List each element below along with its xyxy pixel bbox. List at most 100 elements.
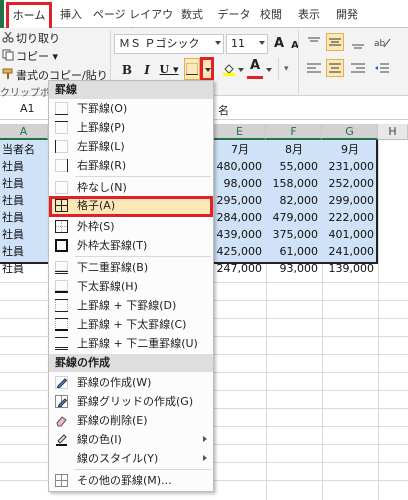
cell-e[interactable]: 425,000 (214, 243, 266, 260)
align-left-icon[interactable] (306, 62, 322, 76)
menu-item-more-borders[interactable]: その他の罫線(M)... (49, 471, 213, 490)
chevron-down-icon[interactable] (238, 68, 244, 72)
tab-insert[interactable]: 挿入 (58, 6, 84, 24)
cell-a[interactable]: 社員 (2, 192, 24, 209)
tab-data[interactable]: データ (216, 6, 252, 24)
menu-item-bottom-double-border[interactable]: 下二重罫線(B) (49, 258, 213, 277)
cell-a[interactable]: 社員 (2, 175, 24, 192)
menu-item-line-color[interactable]: 線の色(I) (49, 430, 213, 449)
align-top-icon[interactable] (306, 36, 322, 50)
cell-a[interactable]: 社員 (2, 226, 24, 243)
tab-page-layout[interactable]: ページ レイアウト (92, 6, 174, 39)
column-header-f[interactable]: F (266, 124, 322, 140)
cell-f[interactable]: 82,000 (266, 192, 322, 209)
name-box[interactable]: A1 (20, 102, 35, 115)
gridline (0, 300, 48, 301)
column-header-e[interactable]: E (214, 124, 266, 140)
tab-home[interactable]: ホーム (6, 2, 52, 28)
chevron-down-icon[interactable] (266, 68, 272, 72)
column-header-g[interactable]: G (322, 124, 378, 140)
menu-item-outside-borders[interactable]: 外枠(S) (49, 217, 213, 236)
column-header-a[interactable]: A (0, 124, 48, 140)
cell-f[interactable]: 479,000 (266, 209, 322, 226)
cell-header-e[interactable]: 7月 (214, 141, 266, 158)
cell-a[interactable]: 当者名 (2, 141, 35, 158)
menu-item-top-thick-bottom-border[interactable]: 上罫線 + 下太罫線(C) (49, 315, 213, 334)
tab-view[interactable]: 表示 (296, 6, 322, 24)
gridline (214, 300, 408, 301)
align-center-button[interactable] (326, 59, 344, 77)
align-middle-button[interactable] (326, 33, 344, 51)
menu-item-all-borders[interactable]: 格子(A) (49, 196, 213, 217)
cell-a[interactable]: 社員 (2, 158, 24, 175)
align-middle-icon (329, 38, 341, 46)
group-divider (278, 58, 279, 80)
cell-e[interactable]: 247,000 (214, 260, 266, 277)
gridline (0, 282, 48, 283)
menu-item-label: 罫線の作成(W) (77, 376, 152, 389)
fill-color-icon[interactable] (222, 62, 236, 76)
cell-f[interactable]: 93,000 (266, 260, 322, 277)
cell-a[interactable]: 社員 (2, 260, 24, 277)
borders-dropdown-arrow[interactable] (200, 57, 214, 81)
borders-button[interactable] (184, 58, 200, 80)
underline-button[interactable]: U ▾ (156, 60, 182, 80)
gridline (214, 372, 408, 373)
cell-g[interactable]: 241,000 (322, 243, 378, 260)
cell-header-g[interactable]: 9月 (322, 141, 378, 158)
copy-button[interactable]: コピー ▾ (16, 48, 58, 64)
cell-f[interactable]: 55,000 (266, 158, 322, 175)
thick-box-border-icon (55, 239, 68, 252)
formula-input[interactable]: 名 (218, 102, 229, 118)
cell-e[interactable]: 284,000 (214, 209, 266, 226)
menu-item-draw-border[interactable]: 罫線の作成(W) (49, 373, 213, 392)
menu-item-erase-border[interactable]: 罫線の削除(E) (49, 411, 213, 430)
cell-g[interactable]: 222,000 (322, 209, 378, 226)
bold-button[interactable]: B (118, 60, 136, 80)
menu-item-draw-border-grid[interactable]: 罫線グリッドの作成(G) (49, 392, 213, 411)
font-dialog-launcher-icon[interactable]: ▾ (284, 64, 289, 74)
tab-developer[interactable]: 開発 (334, 6, 360, 24)
cell-g[interactable]: 231,000 (322, 158, 378, 175)
cut-button[interactable]: 切り取り (16, 30, 60, 46)
cell-g[interactable]: 299,000 (322, 192, 378, 209)
gridline (214, 480, 408, 481)
menu-item-top-bottom-border[interactable]: 上罫線 + 下罫線(D) (49, 296, 213, 315)
cell-g[interactable]: 139,000 (322, 260, 378, 277)
cell-f[interactable]: 61,000 (266, 243, 322, 260)
italic-button[interactable]: I (138, 60, 156, 80)
tab-formulas[interactable]: 数式 (178, 6, 206, 24)
menu-item-top-double-bottom-border[interactable]: 上罫線 + 下二重罫線(U) (49, 334, 213, 353)
cell-e[interactable]: 98,000 (214, 175, 266, 192)
cell-header-f[interactable]: 8月 (266, 141, 322, 158)
menu-item-left-border[interactable]: 左罫線(L) (49, 137, 213, 156)
cell-e[interactable]: 480,000 (214, 158, 266, 175)
align-right-icon[interactable] (350, 62, 366, 76)
menu-item-top-border[interactable]: 上罫線(P) (49, 118, 213, 137)
orientation-icon[interactable]: ab (372, 35, 392, 49)
font-name-combo[interactable]: ＭＳ Ｐゴシック (114, 34, 224, 54)
tab-review[interactable]: 校閲 (258, 6, 284, 24)
cell-g[interactable]: 401,000 (322, 226, 378, 243)
cell-e[interactable]: 295,000 (214, 192, 266, 209)
cell-f[interactable]: 158,000 (266, 175, 322, 192)
cell-a[interactable]: 社員 (2, 243, 24, 260)
menu-item-thick-bottom-border[interactable]: 下太罫線(H) (49, 277, 213, 296)
font-size-combo[interactable]: 11 (226, 34, 268, 54)
cell-a[interactable]: 社員 (2, 209, 24, 226)
cell-e[interactable]: 439,000 (214, 226, 266, 243)
cell-f[interactable]: 375,000 (266, 226, 322, 243)
column-header-h[interactable]: H (378, 124, 408, 140)
cell-g[interactable]: 252,000 (322, 175, 378, 192)
menu-item-no-border[interactable]: 枠なし(N) (49, 178, 213, 197)
menu-item-line-style[interactable]: 線のスタイル(Y) (49, 449, 213, 468)
file-tab-edge[interactable] (0, 0, 4, 28)
font-color-icon[interactable]: A (248, 58, 262, 78)
menu-item-right-border[interactable]: 右罫線(R) (49, 156, 213, 175)
chevron-down-icon (259, 41, 265, 45)
align-bottom-icon[interactable] (350, 36, 366, 50)
shrink-font-button[interactable]: A (286, 36, 304, 56)
menu-item-thick-box-border[interactable]: 外枠太罫線(T) (49, 236, 213, 255)
menu-item-bottom-border[interactable]: 下罫線(O) (49, 99, 213, 118)
decrease-indent-icon[interactable] (374, 62, 390, 76)
